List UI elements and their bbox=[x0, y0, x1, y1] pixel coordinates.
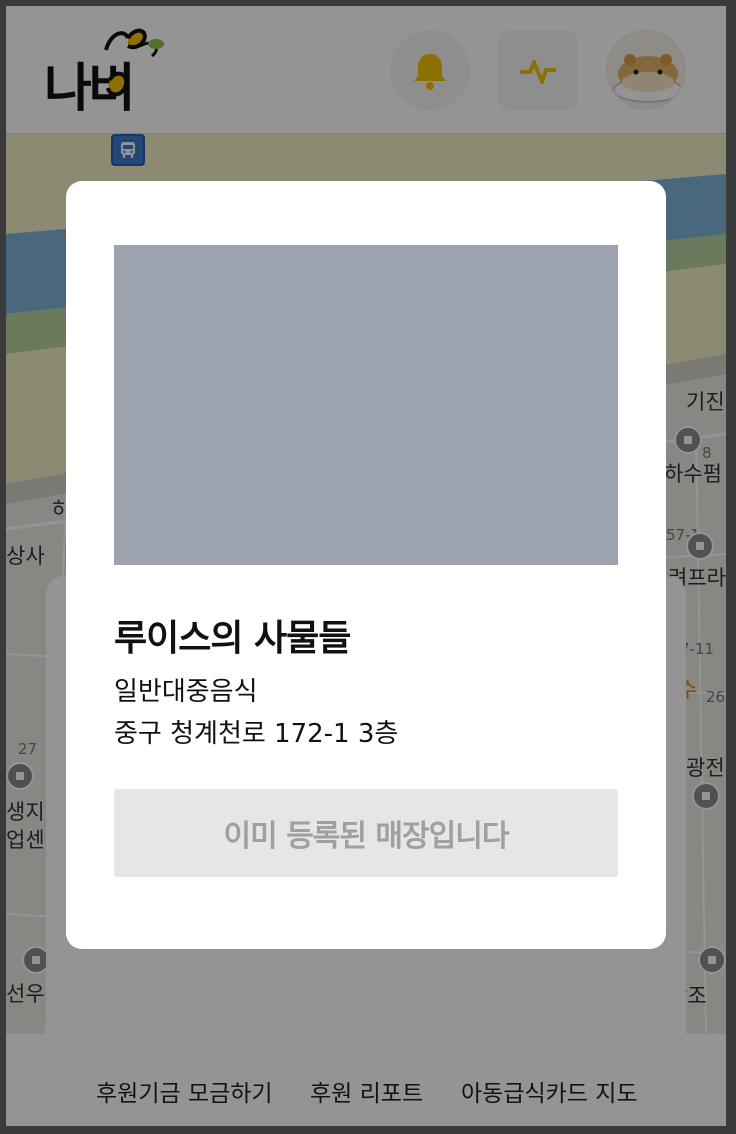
store-modal: 루이스의 사물들 일반대중음식 중구 청계천로 172-1 3층 이미 등록된 … bbox=[66, 181, 666, 949]
store-address: 중구 청계천로 172-1 3층 bbox=[114, 719, 399, 749]
store-name: 루이스의 사물들 bbox=[114, 618, 351, 659]
already-registered-button[interactable]: 이미 등록된 매장입니다 bbox=[114, 789, 618, 877]
store-category: 일반대중음식 bbox=[114, 677, 258, 707]
store-image-placeholder bbox=[114, 245, 618, 565]
app-frame: 기진 8 하수펌 상사 하 57-1 려프라 7-11 수 26 광전 27 생… bbox=[6, 6, 726, 1126]
